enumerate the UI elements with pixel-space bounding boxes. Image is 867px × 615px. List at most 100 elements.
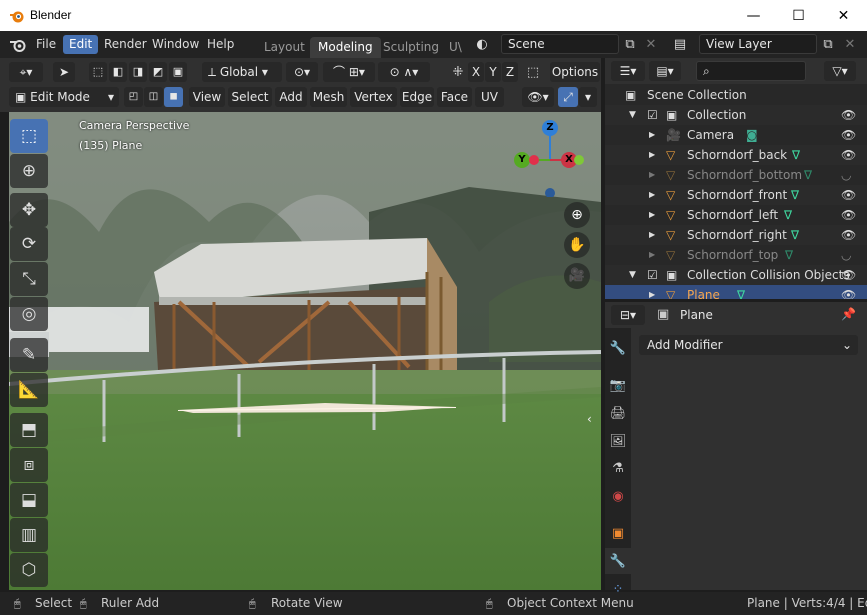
display-mode-dropdown[interactable]: ▤▾ (649, 61, 681, 81)
tab-modeling[interactable]: Modeling (310, 37, 381, 58)
expand-arrow-icon[interactable]: ▶ (649, 205, 655, 225)
eye-closed-icon[interactable]: ◡ (841, 245, 851, 265)
remove-scene-icon[interactable]: ✕ (641, 34, 661, 54)
new-scene-icon[interactable]: ⧉ (620, 34, 640, 54)
inset-tool-icon[interactable]: ⧈ (10, 448, 48, 482)
eye-icon[interactable]: 👁 (841, 125, 856, 145)
tree-row[interactable]: ▶ ▽ Schorndorf_left ∇ 👁 (605, 205, 867, 225)
knife-tool-icon[interactable]: ⬡ (10, 553, 48, 587)
view-layer-field[interactable]: View Layer (699, 34, 817, 54)
menu-face[interactable]: Face (437, 87, 472, 107)
editor-type-button[interactable]: ⌖▾ (9, 62, 43, 82)
tree-row[interactable]: ▶ ▽ Schorndorf_back ∇ 👁 (605, 145, 867, 165)
move-tool-icon[interactable]: ✥ (10, 193, 48, 227)
tree-row[interactable]: ▼ ☑ ▣ Collection Collision Objects 👁 (605, 265, 867, 285)
tab-sculpting[interactable]: Sculpting (375, 37, 447, 58)
gizmo-neg-y-axis[interactable] (574, 155, 584, 165)
expand-arrow-icon[interactable]: ▶ (649, 145, 655, 165)
select-tool-icon[interactable]: ➤ (53, 62, 75, 82)
remove-view-layer-icon[interactable]: ✕ (840, 34, 860, 54)
blender-menu-icon[interactable] (9, 37, 27, 53)
eye-icon[interactable]: 👁 (841, 205, 856, 225)
menu-window[interactable]: Window (146, 35, 205, 54)
zoom-icon[interactable]: ⊕ (564, 202, 590, 228)
sidebar-toggle-icon[interactable]: ‹ (587, 412, 592, 426)
eye-icon[interactable]: 👁 (841, 265, 856, 285)
select-extend-icon[interactable]: ◧ (109, 62, 127, 82)
object-tab-icon[interactable]: ▣ (605, 520, 631, 546)
mirror-x-toggle[interactable]: X (468, 62, 484, 82)
menu-file[interactable]: File (30, 35, 62, 54)
add-modifier-dropdown[interactable]: Add Modifier ⌄ (639, 335, 858, 355)
mirror-y-toggle[interactable]: Y (485, 62, 501, 82)
pin-icon[interactable]: 📌 (841, 307, 856, 321)
eye-icon[interactable]: 👁 (841, 185, 856, 205)
menu-edge[interactable]: Edge (400, 87, 434, 107)
expand-arrow-icon[interactable]: ▶ (649, 185, 655, 205)
world-tab-icon[interactable]: ◉ (605, 483, 631, 509)
view-layer-tab-icon[interactable]: 🖼 (605, 428, 631, 454)
face-select-icon[interactable]: ◼ (164, 87, 183, 107)
include-checkbox[interactable]: ☑ (647, 105, 658, 125)
annotate-tool-icon[interactable]: ✎ (10, 338, 48, 372)
options-dropdown[interactable]: Options (550, 62, 600, 82)
mode-dropdown[interactable]: ▣ Edit Mode ▾ (9, 87, 119, 107)
gizmo-z-axis[interactable]: Z (542, 120, 558, 136)
visibility-dropdown[interactable]: 👁▾ (522, 87, 554, 107)
loop-cut-tool-icon[interactable]: ▥ (10, 518, 48, 552)
transform-tool-icon[interactable]: ◎ (10, 297, 48, 331)
vertex-select-icon[interactable]: ◰ (124, 87, 143, 107)
tree-row[interactable]: ▶ ▽ Schorndorf_bottom ∇ ◡ (605, 165, 867, 185)
scene-tab-icon[interactable]: ⚗ (605, 455, 631, 481)
select-box-tool-icon[interactable]: ⬚ (10, 119, 48, 153)
gizmo-neg-x-axis[interactable] (529, 155, 539, 165)
tree-row[interactable]: ▶ 🎥 Camera ◙ 👁 (605, 125, 867, 145)
expand-arrow-icon[interactable]: ▶ (649, 225, 655, 245)
gizmo-y-axis[interactable]: Y (514, 152, 530, 168)
minimize-button[interactable]: — (731, 0, 776, 31)
proportional-edit-toggle[interactable]: ⊙ ∧▾ (378, 62, 430, 82)
eye-icon[interactable]: 👁 (841, 285, 856, 299)
tree-row[interactable]: ▶ ▽ Schorndorf_right ∇ 👁 (605, 225, 867, 245)
orientation-dropdown[interactable]: ⟂ Global ▾ (202, 62, 282, 82)
edge-select-icon[interactable]: ◫ (144, 87, 163, 107)
maximize-button[interactable]: ☐ (776, 0, 821, 31)
scale-tool-icon[interactable]: ⤡ (10, 262, 48, 296)
filter-dropdown[interactable]: ▽▾ (824, 61, 856, 81)
scene-browse-icon[interactable]: ◐ (472, 34, 492, 54)
expand-arrow-icon[interactable]: ▶ (649, 285, 655, 299)
expand-arrow-icon[interactable]: ▼ (629, 105, 636, 125)
select-intersect-icon[interactable]: ▣ (169, 62, 187, 82)
eye-icon[interactable]: 👁 (841, 145, 856, 165)
tree-row-selected[interactable]: ▶ ▽ Plane ∇ 👁 (605, 285, 867, 299)
menu-edit[interactable]: Edit (63, 35, 99, 54)
gizmo-dropdown[interactable]: ▾ (579, 87, 597, 107)
bevel-tool-icon[interactable]: ⬓ (10, 483, 48, 517)
menu-vertex[interactable]: Vertex (350, 87, 397, 107)
rotate-tool-icon[interactable]: ⟳ (10, 227, 48, 261)
output-tab-icon[interactable]: 🖨 (605, 400, 631, 426)
camera-view-icon[interactable]: 🎥 (564, 263, 590, 289)
snap-toggle[interactable]: ⌒ ⊞▾ (323, 62, 375, 82)
menu-uv[interactable]: UV (475, 87, 504, 107)
mirror-z-toggle[interactable]: Z (502, 62, 518, 82)
expand-arrow-icon[interactable]: ▼ (629, 265, 636, 285)
close-button[interactable]: ✕ (821, 0, 866, 31)
eye-icon[interactable]: 👁 (841, 225, 856, 245)
tree-row[interactable]: ▶ ▽ Schorndorf_front ∇ 👁 (605, 185, 867, 205)
gizmo-toggle-icon[interactable]: ⤢ (558, 87, 578, 107)
extrude-tool-icon[interactable]: ⬒ (10, 413, 48, 447)
tree-row[interactable]: ▶ ▽ Schorndorf_top ∇ ◡ (605, 245, 867, 265)
render-tab-icon[interactable]: 📷 (605, 372, 631, 398)
expand-arrow-icon[interactable]: ▶ (649, 125, 655, 145)
mirror-icon[interactable]: ⁜ (448, 62, 468, 82)
pivot-dropdown[interactable]: ⊙▾ (286, 62, 318, 82)
menu-select[interactable]: Select (228, 87, 272, 107)
navigation-gizmo[interactable]: Z Y X (509, 117, 584, 198)
menu-view[interactable]: View (189, 87, 225, 107)
new-view-layer-icon[interactable]: ⧉ (818, 34, 838, 54)
modifier-tab-icon[interactable]: 🔧 (605, 548, 631, 574)
outliner-editor-type[interactable]: ☰▾ (611, 61, 645, 81)
cursor-tool-icon[interactable]: ⊕ (10, 154, 48, 188)
select-subtract-icon[interactable]: ◨ (129, 62, 147, 82)
